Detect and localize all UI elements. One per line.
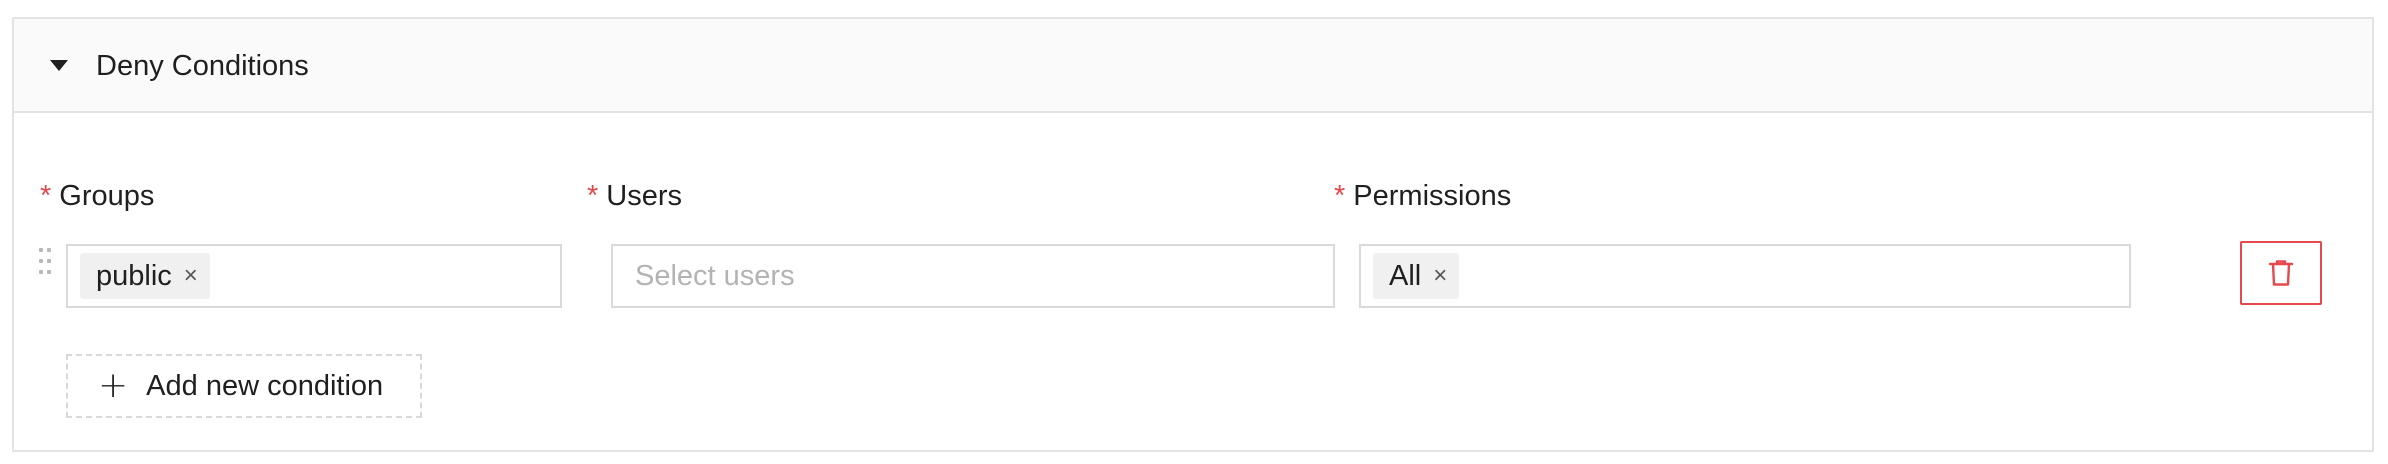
caret-down-icon[interactable] [50,60,68,71]
required-marker: * [1334,180,1346,212]
deny-conditions-panel: Deny Conditions * Groups * Users * Permissi… [12,17,2374,452]
required-marker: * [40,180,52,212]
drag-handle-icon[interactable] [37,248,53,276]
permissions-label-text: Permissions [1353,180,1512,212]
users-select[interactable]: Select users [611,244,1335,308]
panel-header[interactable]: Deny Conditions [14,19,2372,113]
group-tag: public × [80,253,210,299]
users-placeholder: Select users [635,259,795,292]
panel-title: Deny Conditions [96,50,309,82]
permission-tag-label: All [1389,259,1422,292]
users-label-text: Users [606,180,683,212]
group-tag-label: public [96,259,172,292]
add-condition-label: Add new condition [146,369,384,402]
required-marker: * [587,180,599,212]
groups-select[interactable]: public × [66,244,562,308]
groups-label-text: Groups [59,180,155,212]
delete-condition-button[interactable] [2240,241,2322,305]
tag-remove-icon[interactable]: × [184,262,198,290]
groups-label: * Groups [40,179,154,213]
plus-icon: + [98,365,129,406]
permission-tag: All × [1373,253,1460,299]
users-label: * Users [587,179,682,213]
permissions-select[interactable]: All × [1359,244,2131,308]
permissions-label: * Permissions [1334,179,1511,213]
trash-icon [2268,260,2294,286]
add-condition-button[interactable]: + Add new condition [66,354,422,418]
tag-remove-icon[interactable]: × [1433,262,1447,290]
